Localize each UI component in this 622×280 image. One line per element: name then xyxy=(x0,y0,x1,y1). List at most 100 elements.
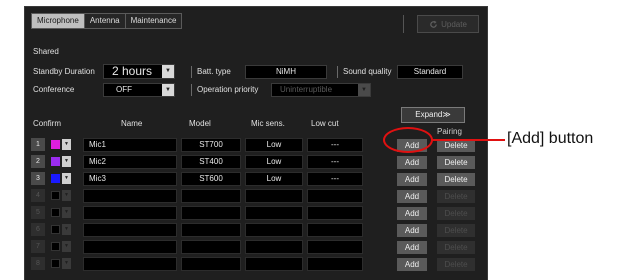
table-row: 5 ▼ Add Delete xyxy=(25,206,487,220)
table-row: 7 ▼ Add Delete xyxy=(25,240,487,254)
confirm-button[interactable]: 3 xyxy=(31,172,45,185)
delete-button[interactable]: Delete xyxy=(437,258,475,271)
table-row: 6 ▼ Add Delete xyxy=(25,223,487,237)
add-button[interactable]: Add xyxy=(397,190,427,203)
chevron-down-icon: ▼ xyxy=(162,84,174,96)
mic-sens-cell[interactable] xyxy=(245,240,303,254)
low-cut-cell[interactable]: --- xyxy=(307,172,363,186)
name-field[interactable]: Mic1 xyxy=(83,138,177,152)
mic-sens-cell[interactable] xyxy=(245,206,303,220)
sound-quality-label: Sound quality xyxy=(343,67,392,76)
mic-sens-cell[interactable] xyxy=(245,257,303,271)
color-swatch xyxy=(51,242,60,251)
callout-label: [Add] button xyxy=(507,130,594,147)
table-row: 2 ▼ Mic2 ST400 Low --- Add Delete xyxy=(25,155,487,169)
color-swatch xyxy=(51,225,60,234)
divider xyxy=(191,66,192,78)
model-cell xyxy=(181,223,241,237)
standby-duration-select[interactable]: 2 hours ▼ xyxy=(103,64,175,79)
color-swatch xyxy=(51,208,60,217)
batt-type-label: Batt. type xyxy=(197,67,231,76)
low-cut-cell[interactable] xyxy=(307,189,363,203)
add-button[interactable]: Add xyxy=(397,258,427,271)
callout-leader-line xyxy=(431,139,505,141)
low-cut-cell[interactable]: --- xyxy=(307,155,363,169)
color-dropdown-icon[interactable]: ▼ xyxy=(62,173,71,184)
add-button[interactable]: Add xyxy=(397,241,427,254)
name-field[interactable] xyxy=(83,206,177,220)
add-button[interactable]: Add xyxy=(397,224,427,237)
confirm-button[interactable]: 4 xyxy=(31,189,45,202)
mic-sens-cell[interactable]: Low xyxy=(245,172,303,186)
delete-button[interactable]: Delete xyxy=(437,156,475,169)
operation-priority-select[interactable]: Uninterruptible ▼ xyxy=(271,83,371,97)
name-field[interactable] xyxy=(83,189,177,203)
conference-select[interactable]: OFF ▼ xyxy=(103,83,175,97)
model-cell: ST700 xyxy=(181,138,241,152)
mic-sens-cell[interactable] xyxy=(245,223,303,237)
add-button[interactable]: Add xyxy=(397,207,427,220)
name-field[interactable]: Mic3 xyxy=(83,172,177,186)
low-cut-cell[interactable]: --- xyxy=(307,138,363,152)
tab-antenna[interactable]: Antenna xyxy=(83,13,126,29)
mic-sens-cell[interactable]: Low xyxy=(245,155,303,169)
name-field[interactable] xyxy=(83,240,177,254)
tab-microphone[interactable]: Microphone xyxy=(31,13,85,29)
tab-bar: Microphone Antenna Maintenance xyxy=(31,13,183,29)
update-label: Update xyxy=(441,19,467,29)
confirm-button[interactable]: 5 xyxy=(31,206,45,219)
column-header-model: Model xyxy=(189,119,211,128)
low-cut-cell[interactable] xyxy=(307,240,363,254)
color-dropdown-icon[interactable]: ▼ xyxy=(62,258,71,269)
conference-label: Conference xyxy=(33,85,75,94)
delete-button[interactable]: Delete xyxy=(437,224,475,237)
mic-sens-cell[interactable] xyxy=(245,189,303,203)
color-dropdown-icon[interactable]: ▼ xyxy=(62,241,71,252)
tab-maintenance[interactable]: Maintenance xyxy=(124,13,183,29)
color-dropdown-icon[interactable]: ▼ xyxy=(62,224,71,235)
color-dropdown-icon[interactable]: ▼ xyxy=(62,156,71,167)
model-cell xyxy=(181,257,241,271)
chevron-down-icon: ▼ xyxy=(358,84,370,96)
low-cut-cell[interactable] xyxy=(307,223,363,237)
confirm-button[interactable]: 8 xyxy=(31,257,45,270)
confirm-button[interactable]: 1 xyxy=(31,138,45,151)
delete-button[interactable]: Delete xyxy=(437,173,475,186)
confirm-button[interactable]: 7 xyxy=(31,240,45,253)
color-dropdown-icon[interactable]: ▼ xyxy=(62,139,71,150)
color-swatch xyxy=(51,174,60,183)
model-cell xyxy=(181,189,241,203)
standby-duration-label: Standby Duration xyxy=(33,67,95,76)
color-swatch xyxy=(51,259,60,268)
color-dropdown-icon[interactable]: ▼ xyxy=(62,207,71,218)
delete-button[interactable]: Delete xyxy=(437,190,475,203)
name-field[interactable] xyxy=(83,257,177,271)
operation-priority-value: Uninterruptible xyxy=(280,85,333,94)
table-row: 4 ▼ Add Delete xyxy=(25,189,487,203)
delete-button[interactable]: Delete xyxy=(437,207,475,220)
expand-button[interactable]: Expand≫ xyxy=(401,107,465,123)
confirm-button[interactable]: 6 xyxy=(31,223,45,236)
low-cut-cell[interactable] xyxy=(307,206,363,220)
color-dropdown-icon[interactable]: ▼ xyxy=(62,190,71,201)
color-swatch xyxy=(51,140,60,149)
divider xyxy=(191,84,192,96)
model-cell xyxy=(181,240,241,254)
batt-type-value: NiMH xyxy=(245,65,327,79)
update-button[interactable]: Update xyxy=(417,15,479,33)
name-field[interactable]: Mic2 xyxy=(83,155,177,169)
table-row: 3 ▼ Mic3 ST600 Low --- Add Delete xyxy=(25,172,487,186)
delete-button[interactable]: Delete xyxy=(437,241,475,254)
low-cut-cell[interactable] xyxy=(307,257,363,271)
pairing-label: Pairing xyxy=(437,127,462,136)
add-button[interactable]: Add xyxy=(397,173,427,186)
add-button[interactable]: Add xyxy=(397,156,427,169)
confirm-button[interactable]: 2 xyxy=(31,155,45,168)
shared-section-label: Shared xyxy=(33,47,59,56)
column-header-name: Name xyxy=(121,119,143,128)
column-header-confirm: Confirm xyxy=(33,119,62,128)
name-field[interactable] xyxy=(83,223,177,237)
chevron-down-icon: ▼ xyxy=(162,65,174,78)
sound-quality-value: Standard xyxy=(397,65,463,79)
mic-sens-cell[interactable]: Low xyxy=(245,138,303,152)
